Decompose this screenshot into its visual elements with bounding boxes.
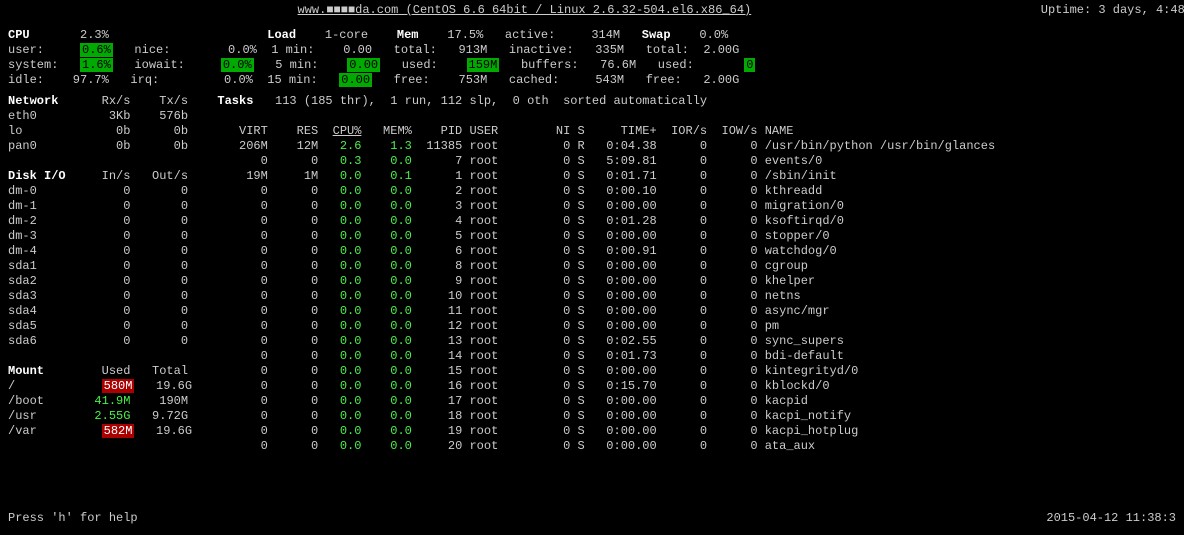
- uptime: Uptime: 3 days, 4:48:: [1041, 3, 1184, 18]
- row: Network Rx/s Tx/s Tasks 113 (185 thr), 1…: [8, 94, 1184, 109]
- row: sda3 0 0 0 0 0.0 0.0 10 root 0 S 0:00.00…: [8, 289, 1184, 304]
- host-os-line: www.■■■■da.com (CentOS 6.6 64bit / Linux…: [8, 3, 1041, 18]
- footer-bar: Press 'h' for help 2015-04-12 11:38:3: [8, 511, 1176, 526]
- row: / 580M 19.6G 0 0 0.0 0.0 16 root 0 S 0:1…: [8, 379, 1184, 394]
- header-bar: www.■■■■da.com (CentOS 6.6 64bit / Linux…: [8, 3, 1184, 18]
- row: sda5 0 0 0 0 0.0 0.0 12 root 0 S 0:00.00…: [8, 319, 1184, 334]
- row: sda2 0 0 0 0 0.0 0.0 9 root 0 S 0:00.00 …: [8, 274, 1184, 289]
- timestamp: 2015-04-12 11:38:3: [1046, 511, 1176, 526]
- row: sda6 0 0 0 0 0.0 0.0 13 root 0 S 0:02.55…: [8, 334, 1184, 349]
- row: sda4 0 0 0 0 0.0 0.0 11 root 0 S 0:00.00…: [8, 304, 1184, 319]
- row: dm-2 0 0 0 0 0.0 0.0 4 root 0 S 0:01.28 …: [8, 214, 1184, 229]
- row: 0 0 0.3 0.0 7 root 0 S 5:09.81 0 0 event…: [8, 154, 1184, 169]
- row: lo 0b 0b VIRT RES CPU% MEM% PID USER NI …: [8, 124, 1184, 139]
- help-hint: Press 'h' for help: [8, 511, 138, 526]
- process-panel: Network Rx/s Tx/s Tasks 113 (185 thr), 1…: [8, 94, 1184, 454]
- row: pan0 0b 0b 206M 12M 2.6 1.3 11385 root 0…: [8, 139, 1184, 154]
- row: 0 0 0.0 0.0 14 root 0 S 0:01.73 0 0 bdi-…: [8, 349, 1184, 364]
- row: Disk I/O In/s Out/s 19M 1M 0.0 0.1 1 roo…: [8, 169, 1184, 184]
- row: dm-1 0 0 0 0 0.0 0.0 3 root 0 S 0:00.00 …: [8, 199, 1184, 214]
- row: 0 0 0.0 0.0 20 root 0 S 0:00.00 0 0 ata_…: [8, 439, 1184, 454]
- row: dm-3 0 0 0 0 0.0 0.0 5 root 0 S 0:00.00 …: [8, 229, 1184, 244]
- row: dm-0 0 0 0 0 0.0 0.0 2 root 0 S 0:00.10 …: [8, 184, 1184, 199]
- stats-panel: CPU 2.3% Load 1-core Mem 17.5% active: 3…: [8, 28, 1184, 88]
- row: /var 582M 19.6G 0 0 0.0 0.0 19 root 0 S …: [8, 424, 1184, 439]
- row: /boot 41.9M 190M 0 0 0.0 0.0 17 root 0 S…: [8, 394, 1184, 409]
- row: eth0 3Kb 576b: [8, 109, 1184, 124]
- row: Mount Used Total 0 0 0.0 0.0 15 root 0 S…: [8, 364, 1184, 379]
- row: dm-4 0 0 0 0 0.0 0.0 6 root 0 S 0:00.91 …: [8, 244, 1184, 259]
- row: /usr 2.55G 9.72G 0 0 0.0 0.0 18 root 0 S…: [8, 409, 1184, 424]
- row: sda1 0 0 0 0 0.0 0.0 8 root 0 S 0:00.00 …: [8, 259, 1184, 274]
